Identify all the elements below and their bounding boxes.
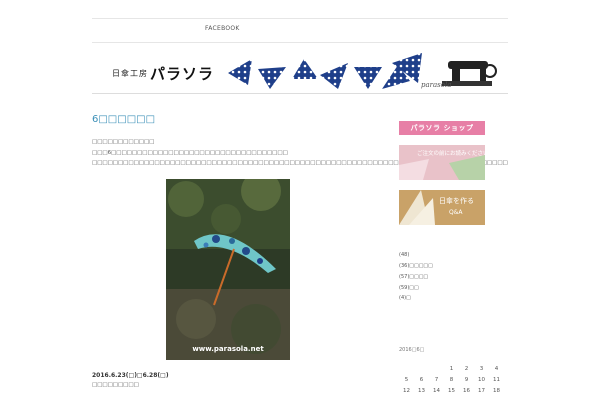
calendar-row: 5 6 7 8 9 10 11 <box>399 377 504 388</box>
calendar-day[interactable]: 17 <box>474 388 489 394</box>
category-link[interactable]: (4)□ <box>399 295 411 301</box>
calendar-day[interactable]: 13 <box>414 388 429 394</box>
category-link[interactable]: (36)□□□□□ <box>399 263 433 269</box>
facebook-link[interactable]: FACEBOOK <box>205 25 240 32</box>
parasol-photo: www.parasola.net <box>166 179 290 360</box>
category-link[interactable]: (59)□□ <box>399 285 419 291</box>
calendar-day[interactable]: 10 <box>474 377 489 383</box>
calendar-day[interactable]: 7 <box>429 377 444 383</box>
calendar-day[interactable]: 4 <box>489 366 504 372</box>
logo-subtitle: 日傘工房 <box>112 69 148 78</box>
make-button-subtitle: Q&A <box>449 209 463 216</box>
calendar-day[interactable]: 11 <box>489 377 504 383</box>
calendar-day[interactable]: 9 <box>459 377 474 383</box>
calendar-day[interactable]: 3 <box>474 366 489 372</box>
calendar-title: 2016□6□ <box>399 347 425 353</box>
calendar-row: 1 2 3 4 <box>399 366 504 377</box>
calendar-row: 12 13 14 15 16 17 18 <box>399 388 504 399</box>
logo-script: parasola <box>421 81 452 89</box>
calendar-day[interactable]: 5 <box>399 377 414 383</box>
calendar-day[interactable]: 2 <box>459 366 474 372</box>
calendar-day[interactable]: 16 <box>459 388 474 394</box>
make-parasol-qa-button[interactable]: 日傘を作る Q&A <box>399 190 485 225</box>
calendar-day[interactable]: 14 <box>429 388 444 394</box>
calendar-day[interactable]: 1 <box>444 366 459 372</box>
calendar-day[interactable]: 6 <box>414 377 429 383</box>
post-date: 2016.6.23(□)□6.28(□) <box>92 372 169 379</box>
read-button-label: ご注文の前にお読みください <box>417 151 485 157</box>
post-text-line: □□□□□□□□□□□□ <box>92 139 155 145</box>
calendar-day[interactable]: 8 <box>444 377 459 383</box>
post-text-line: □□□6□□□□□□□□□□□□□□□□□□□□□□□□□□□□□□□□□□ <box>92 150 288 156</box>
category-link[interactable]: (57)□□□□ <box>399 274 428 280</box>
category-link[interactable]: (48) <box>399 252 409 258</box>
logo[interactable]: パラソラ <box>150 63 214 84</box>
post-title[interactable]: 6□□□□□□ <box>92 114 155 125</box>
calendar-day[interactable]: 15 <box>444 388 459 394</box>
top-navigation: FACEBOOK <box>92 18 508 43</box>
calendar-day[interactable]: 12 <box>399 388 414 394</box>
calendar: 1 2 3 4 5 6 7 8 9 10 11 12 13 14 15 16 1… <box>399 366 504 399</box>
make-button-title: 日傘を作る <box>439 197 474 205</box>
post-text-line: □□□□□□□□□ <box>92 382 139 388</box>
read-before-order-button[interactable]: ご注文の前にお読みください <box>399 145 485 180</box>
calendar-day[interactable]: 18 <box>489 388 504 394</box>
photo-watermark: www.parasola.net <box>192 345 264 353</box>
shop-button[interactable]: パラソラ ショップ <box>399 121 485 135</box>
